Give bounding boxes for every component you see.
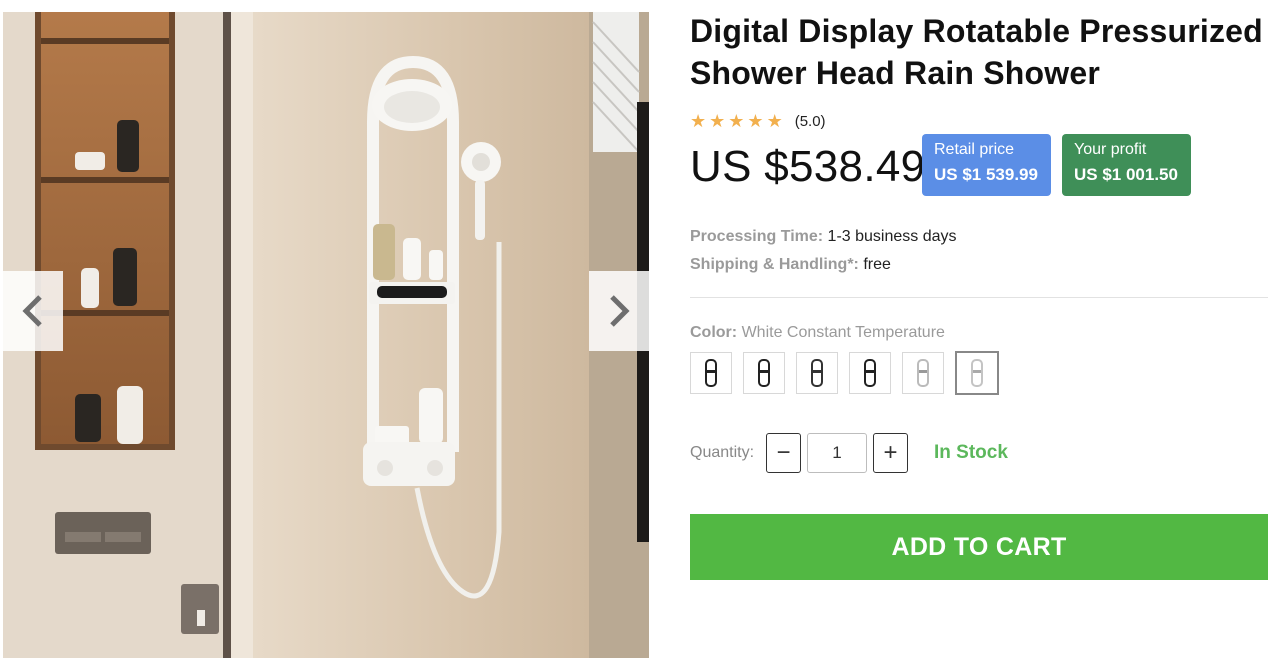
shower-thumbnail-icon	[705, 359, 717, 387]
quantity-increase-button[interactable]: +	[873, 433, 908, 473]
prev-image-button[interactable]	[3, 271, 63, 351]
color-swatches	[690, 351, 999, 395]
product-details: Digital Display Rotatable Pressurized Sh…	[690, 10, 1270, 580]
divider	[690, 297, 1268, 298]
processing-time-value: 1-3 business days	[827, 228, 957, 245]
color-swatch-selected[interactable]	[955, 351, 999, 395]
shower-thumbnail-icon	[971, 359, 983, 387]
add-to-cart-button[interactable]: ADD TO CART	[690, 514, 1268, 580]
star-rating: ★ ★ ★ ★ ★	[690, 112, 783, 130]
retail-price-badge: Retail price US $1 539.99	[922, 134, 1051, 196]
rating-value: (5.0)	[794, 112, 826, 130]
star-icon: ★	[690, 111, 707, 131]
profit-badge: Your profit US $1 001.50	[1062, 134, 1191, 196]
next-image-button[interactable]	[589, 271, 649, 351]
color-swatch[interactable]	[743, 352, 785, 394]
star-icon: ★	[709, 111, 726, 131]
shower-thumbnail-icon	[864, 359, 876, 387]
shower-thumbnail-icon	[758, 359, 770, 387]
star-icon: ★	[766, 111, 783, 131]
quantity-stepper: Quantity: − + In Stock	[690, 433, 1008, 473]
product-price: US $538.49	[690, 142, 926, 191]
product-image	[3, 12, 649, 658]
chevron-right-icon	[610, 295, 630, 327]
chevron-left-icon	[22, 295, 42, 327]
stock-status: In Stock	[934, 442, 1008, 463]
shower-photo	[3, 12, 649, 658]
quantity-label: Quantity:	[690, 444, 755, 461]
retail-price-value: US $1 539.99	[934, 165, 1038, 184]
shipping-info: Shipping & Handling*: free	[690, 256, 891, 274]
shower-thumbnail-icon	[917, 359, 929, 387]
color-swatch[interactable]	[902, 352, 944, 394]
shower-thumbnail-icon	[811, 359, 823, 387]
color-swatch[interactable]	[796, 352, 838, 394]
product-title: Digital Display Rotatable Pressurized Sh…	[690, 13, 1263, 91]
rating: ★ ★ ★ ★ ★ (5.0)	[690, 112, 826, 130]
shipping-label: Shipping & Handling*:	[690, 256, 859, 273]
processing-time: Processing Time: 1-3 business days	[690, 228, 957, 246]
star-icon: ★	[747, 111, 764, 131]
retail-price-label: Retail price	[934, 141, 1015, 158]
profit-value: US $1 001.50	[1074, 165, 1178, 184]
star-icon: ★	[728, 111, 745, 131]
color-swatch[interactable]	[690, 352, 732, 394]
color-swatch[interactable]	[849, 352, 891, 394]
color-label: Color:	[690, 324, 738, 341]
shipping-value: free	[863, 256, 891, 273]
color-selection: Color: White Constant Temperature	[690, 324, 945, 342]
quantity-input[interactable]	[807, 433, 867, 473]
color-value: White Constant Temperature	[741, 324, 945, 341]
quantity-decrease-button[interactable]: −	[766, 433, 801, 473]
profit-label: Your profit	[1074, 141, 1147, 158]
processing-time-label: Processing Time:	[690, 228, 824, 245]
